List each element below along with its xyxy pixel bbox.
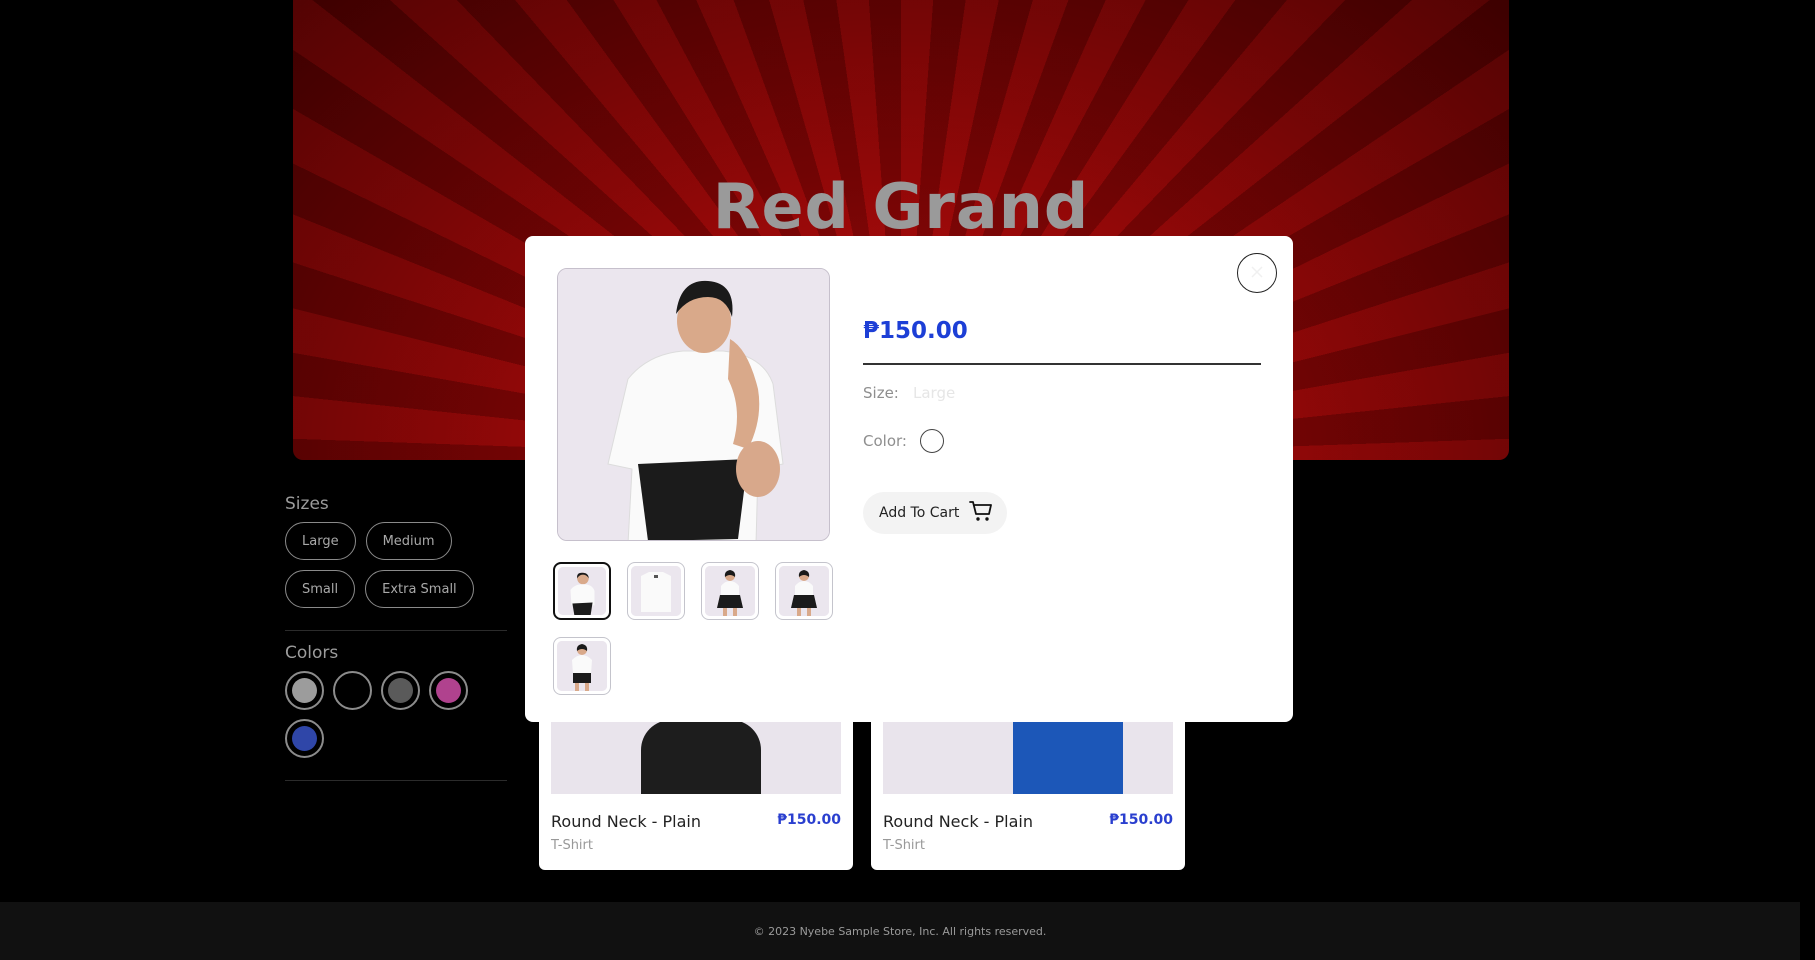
copyright-text: © 2023 Nyebe Sample Store, Inc. All righ… (753, 924, 1047, 938)
thumbnail-2[interactable] (627, 562, 685, 620)
price-divider (863, 363, 1261, 365)
color-swatch-black[interactable] (333, 671, 372, 710)
cart-icon (969, 500, 993, 526)
color-swatch-gray[interactable] (285, 671, 324, 710)
add-to-cart-label: Add To Cart (879, 505, 960, 521)
close-icon (1250, 264, 1264, 283)
size-filter-small[interactable]: Small (285, 570, 356, 608)
thumbnail-5[interactable] (553, 637, 611, 695)
color-swatch-blue[interactable] (285, 719, 324, 758)
thumbnail-3[interactable] (701, 562, 759, 620)
footer: © 2023 Nyebe Sample Store, Inc. All righ… (0, 902, 1800, 960)
color-swatch-pink[interactable] (429, 671, 468, 710)
close-modal-button[interactable] (1237, 253, 1277, 293)
thumbnail-1[interactable] (553, 562, 611, 620)
product-quick-view-modal: ₱150.00 Size: Large Color: Add To Cart (525, 236, 1293, 722)
color-label: Color: (863, 432, 907, 450)
selected-color-swatch[interactable] (920, 429, 944, 453)
product-title: Round Neck - Plain (551, 812, 702, 831)
colors-heading: Colors (285, 643, 339, 663)
thumbnail-4[interactable] (775, 562, 833, 620)
thumbnail-gallery (553, 562, 843, 695)
color-filter-group (285, 671, 507, 758)
size-filter-extra-small[interactable]: Extra Small (365, 570, 474, 608)
product-price: ₱150.00 (777, 812, 841, 828)
product-category: T-Shirt (883, 838, 925, 853)
size-filter-medium[interactable]: Medium (365, 522, 452, 560)
product-title: Round Neck - Plain (883, 812, 1034, 831)
product-price: ₱150.00 (863, 318, 968, 344)
filter-sidebar: Sizes Large Medium Small Extra Small Col… (285, 494, 507, 793)
hero-title: Red Grand (712, 170, 1090, 243)
product-main-image (557, 268, 830, 541)
size-filter-group: Large Medium Small Extra Small (285, 522, 507, 608)
divider (285, 780, 507, 781)
add-to-cart-button[interactable]: Add To Cart (863, 492, 1008, 534)
product-category: T-Shirt (551, 838, 593, 853)
product-price: ₱150.00 (1109, 812, 1173, 828)
color-swatch-dark-gray[interactable] (381, 671, 420, 710)
size-label: Size: (863, 384, 899, 402)
size-filter-large[interactable]: Large (285, 522, 356, 560)
divider (285, 630, 507, 631)
selected-size-value: Large (913, 384, 956, 402)
sizes-heading: Sizes (285, 494, 329, 514)
